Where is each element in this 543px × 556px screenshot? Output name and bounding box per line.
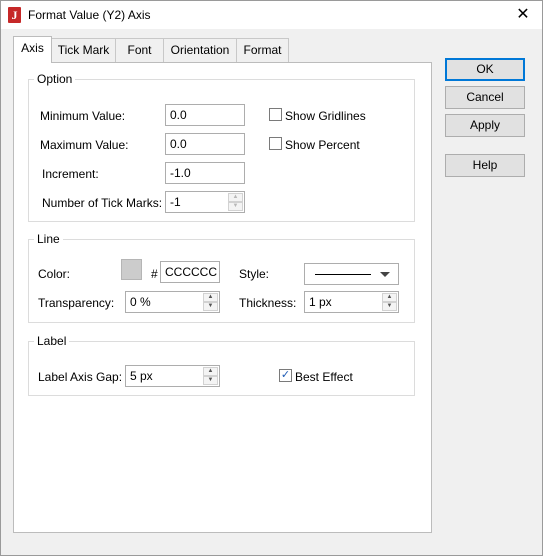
thickness-stepper[interactable]: 1 px ▲ ▼ xyxy=(304,291,399,313)
help-button[interactable]: Help xyxy=(445,154,525,177)
ok-button[interactable]: OK xyxy=(445,58,525,81)
tab-format[interactable]: Format xyxy=(236,38,289,62)
show-gridlines-checkbox[interactable] xyxy=(269,108,282,121)
minimum-value-input[interactable]: 0.0 xyxy=(165,104,245,126)
tab-font[interactable]: Font xyxy=(115,38,164,62)
increment-input[interactable]: -1.0 xyxy=(165,162,245,184)
label-group: Label Label Axis Gap: 5 px ▲ ▼ ✓ Best Ef… xyxy=(28,334,415,396)
spin-down-icon[interactable]: ▼ xyxy=(228,202,243,211)
tab-axis[interactable]: Axis xyxy=(13,36,52,63)
chevron-down-icon xyxy=(380,272,390,277)
transparency-value: 0 % xyxy=(130,295,151,309)
window-title: Format Value (Y2) Axis xyxy=(28,8,151,22)
style-label: Style: xyxy=(239,267,270,281)
line-group-title: Line xyxy=(37,232,60,246)
label-axis-gap-value: 5 px xyxy=(130,369,153,383)
spin-up-icon[interactable]: ▲ xyxy=(203,367,218,376)
thickness-value: 1 px xyxy=(309,295,332,309)
tick-marks-label: Number of Tick Marks: xyxy=(42,196,163,210)
tick-marks-value: -1 xyxy=(170,195,181,209)
line-group: Line Color: # CCCCCC Style: Transparency… xyxy=(28,232,415,323)
color-hex-input[interactable]: CCCCCC xyxy=(160,261,220,283)
spin-down-icon[interactable]: ▼ xyxy=(203,302,218,311)
best-effect-checkbox[interactable]: ✓ xyxy=(279,369,292,382)
label-group-title: Label xyxy=(37,334,67,348)
dialog-window: J Format Value (Y2) Axis ✕ Axis Tick Mar… xyxy=(0,0,543,556)
show-gridlines-label: Show Gridlines xyxy=(285,109,366,123)
app-logo-icon: J xyxy=(8,7,21,23)
line-style-dropdown[interactable] xyxy=(304,263,399,285)
best-effect-label: Best Effect xyxy=(295,370,353,384)
label-axis-gap-label: Label Axis Gap: xyxy=(38,370,123,384)
transparency-label: Transparency: xyxy=(38,296,115,310)
tick-marks-stepper[interactable]: -1 ▲ ▼ xyxy=(165,191,245,213)
spin-down-icon[interactable]: ▼ xyxy=(203,376,218,385)
tab-orientation[interactable]: Orientation xyxy=(163,38,237,62)
maximum-value-input[interactable]: 0.0 xyxy=(165,133,245,155)
apply-button[interactable]: Apply xyxy=(445,114,525,137)
spin-up-icon[interactable]: ▲ xyxy=(203,293,218,302)
tab-tick-mark[interactable]: Tick Mark xyxy=(51,38,116,62)
transparency-stepper[interactable]: 0 % ▲ ▼ xyxy=(125,291,220,313)
label-axis-gap-stepper[interactable]: 5 px ▲ ▼ xyxy=(125,365,220,387)
minimum-value-label: Minimum Value: xyxy=(40,109,126,123)
axis-tab-panel: Option Minimum Value: 0.0 Maximum Value:… xyxy=(13,62,432,533)
color-swatch[interactable] xyxy=(121,259,142,280)
show-percent-checkbox[interactable] xyxy=(269,137,282,150)
maximum-value-label: Maximum Value: xyxy=(40,138,129,152)
hash-label: # xyxy=(151,267,158,281)
spin-up-icon[interactable]: ▲ xyxy=(382,293,397,302)
title-bar: J Format Value (Y2) Axis ✕ xyxy=(1,1,542,29)
line-style-preview xyxy=(315,274,371,275)
color-label: Color: xyxy=(38,267,71,281)
increment-label: Increment: xyxy=(42,167,99,181)
spin-down-icon[interactable]: ▼ xyxy=(382,302,397,311)
option-group: Option Minimum Value: 0.0 Maximum Value:… xyxy=(28,72,415,222)
thickness-label: Thickness: xyxy=(239,296,297,310)
close-icon[interactable]: ✕ xyxy=(510,3,536,27)
spin-up-icon[interactable]: ▲ xyxy=(228,193,243,202)
cancel-button[interactable]: Cancel xyxy=(445,86,525,109)
option-group-title: Option xyxy=(37,72,73,86)
show-percent-label: Show Percent xyxy=(285,138,360,152)
